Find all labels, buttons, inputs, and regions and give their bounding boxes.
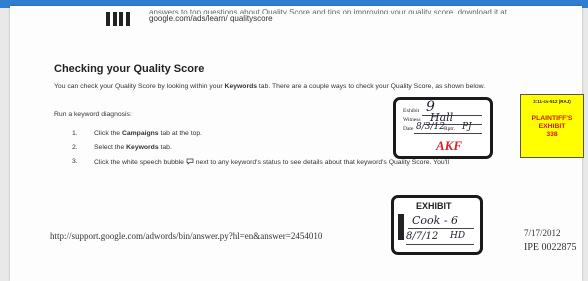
exhibit-text: EXHIBIT — [538, 123, 566, 130]
step-number: 3. — [72, 158, 78, 165]
plaintiff-exhibit-sticker: 2:11-cv-512 (RAJ) PLAINTIFF'S EXHIBIT 33… — [520, 94, 584, 158]
exhibit-date: 8/7/12 — [406, 231, 439, 242]
barcode-graphic — [106, 12, 134, 26]
speech-bubble-icon — [186, 158, 194, 165]
top-text-line2: google.com/ads/learn/ qualityscore — [149, 14, 273, 23]
reporter-label: Rptr. — [444, 126, 455, 132]
diagnosis-label: Run a keyword diagnosis: — [54, 111, 132, 118]
intro-text-2: tab. There are a couple ways to check yo… — [257, 83, 486, 90]
top-text: answers to top questions about Quality S… — [149, 8, 569, 24]
exhibit-name: Cook - 6 — [412, 214, 459, 227]
exhibit-sticker-akf: Exhibit 9 Witness Hall Date 8/3/12 Rptr.… — [393, 97, 493, 159]
sticker-side-bar — [398, 214, 404, 240]
intro-paragraph: You can check your Quality Score by look… — [54, 82, 579, 92]
step-number: 1. — [72, 130, 78, 137]
date-label: Date — [403, 126, 414, 132]
document-page: answers to top questions about Quality S… — [10, 6, 584, 281]
step-text: Select the Keywords tab. — [94, 144, 172, 151]
exhibit-label: Exhibit — [403, 108, 420, 114]
intro-text-1: You can check your Quality Score by look… — [54, 83, 225, 90]
plaintiffs-text: PLAINTIFF'S — [531, 115, 573, 122]
plaintiff-label: PLAINTIFF'S EXHIBIT 338 — [521, 115, 583, 139]
deposition-exhibit-sticker: EXHIBIT Cook - 6 8/7/12 HD — [391, 195, 483, 255]
akf-logo: AKF — [436, 138, 463, 153]
reporter-value: PJ — [462, 122, 472, 132]
source-url: http://support.google.com/adwords/bin/an… — [50, 231, 323, 241]
case-number: 2:11-cv-512 (RAJ) — [533, 99, 571, 104]
step-number: 2. — [72, 144, 78, 151]
section-heading: Checking your Quality Score — [54, 63, 205, 75]
step-text: Click the white speech bubble next to an… — [94, 158, 449, 166]
exhibit-number: 338 — [546, 131, 558, 138]
exhibit-initials: HD — [450, 231, 466, 241]
date-value: 8/3/12 — [416, 122, 445, 132]
intro-bold: Keywords — [224, 83, 258, 90]
bates-number: IPE 0022875 — [524, 242, 577, 253]
print-date: 7/17/2012 — [524, 228, 561, 238]
step-text: Click the Campaigns tab at the top. — [94, 130, 203, 137]
exhibit-title: EXHIBIT — [416, 201, 452, 211]
